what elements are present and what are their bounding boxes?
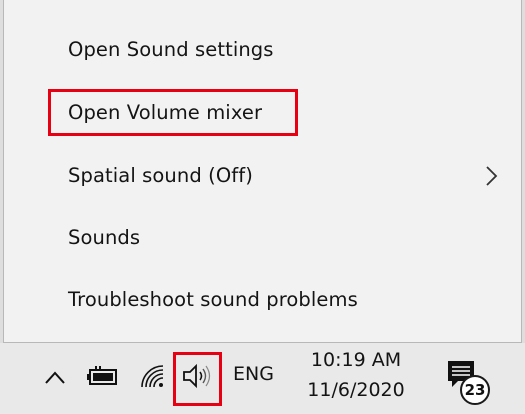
wifi-icon[interactable] [139,363,165,389]
chevron-up-icon[interactable] [44,368,66,386]
highlight-speaker-icon [173,352,222,406]
menu-item-label: Spatial sound (Off) [68,163,253,187]
battery-icon[interactable] [86,365,120,387]
menu-item-spatial-sound[interactable]: Spatial sound (Off) [4,150,521,200]
menu-item-troubleshoot-sound-problems[interactable]: Troubleshoot sound problems [4,274,521,324]
clock-time: 10:19 AM [310,349,402,371]
chevron-right-icon [486,166,498,186]
action-center-button[interactable]: 23 [440,357,492,407]
desktop-screen: Open Sound settings Open Volume mixer Sp… [0,0,525,414]
menu-item-label: Troubleshoot sound problems [68,287,358,311]
clock[interactable]: 10:19 AM 11/6/2020 [296,345,416,405]
menu-item-label: Sounds [68,225,141,249]
notification-count-badge: 23 [460,375,490,405]
sound-context-menu: Open Sound settings Open Volume mixer Sp… [3,0,522,343]
menu-item-label: Open Sound settings [68,37,274,61]
clock-date: 11/6/2020 [307,379,405,401]
menu-item-sounds[interactable]: Sounds [4,212,521,262]
taskbar: ENG 10:19 AM 11/6/2020 23 [0,343,525,414]
highlight-volume-mixer [48,89,298,136]
language-indicator[interactable]: ENG [233,363,274,385]
menu-item-open-sound-settings[interactable]: Open Sound settings [4,24,521,74]
